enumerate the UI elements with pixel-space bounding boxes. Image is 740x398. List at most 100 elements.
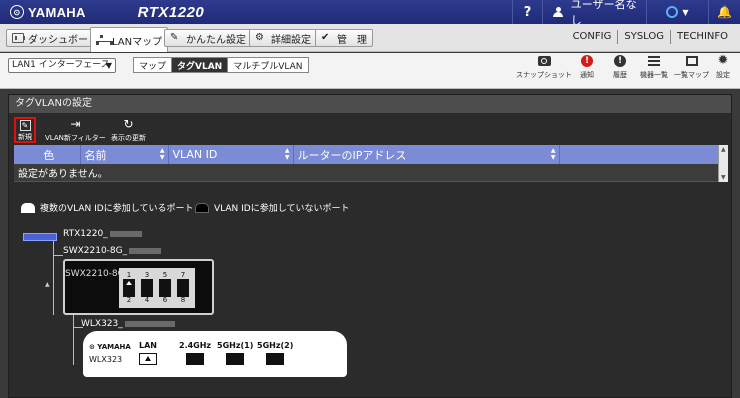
status-ring-icon	[666, 6, 679, 18]
switch-port-5[interactable]	[159, 279, 171, 288]
new-icon: ✎	[19, 120, 31, 131]
column-vlan-id[interactable]: VLAN ID ▲ ▼	[168, 145, 294, 164]
access-point-device[interactable]: ⊙ YAMAHA WLX323 LAN 2.4GHz 5GHz(1) 5GHz(…	[83, 331, 347, 377]
collapse-triangle-icon[interactable]: ▲	[45, 281, 50, 288]
filter-icon: ⇥	[70, 117, 81, 131]
tab-label: 管 理	[337, 34, 367, 46]
list-map-button[interactable]: 一覧マップ	[674, 55, 709, 80]
link-line	[53, 255, 54, 315]
radio-port-icon	[186, 353, 205, 365]
new-vlan-button[interactable]: ✎ 新規	[14, 117, 36, 143]
yamaha-logo: ⊙ YAMAHA	[10, 5, 86, 20]
view-switcher: マップ タグVLAN マルチプルVLAN	[133, 57, 309, 73]
table-scrollbar[interactable]: ▲ ▼	[718, 145, 728, 182]
yamaha-emblem-icon: ⊙	[10, 5, 24, 19]
settings-button[interactable]: ✹ 設定	[716, 53, 730, 80]
tab-easy-setup[interactable]: ✎ かんたん設定	[164, 29, 252, 47]
legend-no-vlan: VLAN IDに参加していないポート	[195, 201, 349, 214]
panel-title: タグVLANの設定	[9, 95, 731, 113]
config-link[interactable]: CONFIG	[567, 30, 618, 44]
column-router-ip[interactable]: ルーターのIPアドレス ▲ ▼	[293, 145, 560, 164]
column-name[interactable]: 名前 ▲ ▼	[80, 145, 169, 164]
column-color[interactable]: 色	[14, 145, 81, 164]
multi-vlan-port-swatch	[21, 202, 35, 213]
empty-message: 設定がありません。	[14, 164, 728, 182]
switch-port-7[interactable]	[177, 279, 189, 288]
notification-button[interactable]: ! 通知	[580, 55, 594, 80]
masked-text	[129, 247, 162, 254]
tab-label: かんたん設定	[186, 34, 246, 46]
no-vlan-port-swatch	[195, 202, 209, 213]
device-list-button[interactable]: 機器一覧	[640, 55, 668, 80]
wrench-icon: ✔	[321, 32, 330, 43]
settings-icon: ⚙	[255, 32, 264, 43]
wand-icon: ✎	[170, 32, 179, 43]
ap-port-lan[interactable]: LAN	[139, 341, 157, 365]
gear-icon: ✹	[717, 53, 729, 68]
view-multiple-vlan-button[interactable]: マルチプルVLAN	[227, 58, 308, 72]
brand-name: YAMAHA	[28, 4, 86, 20]
vlan-filter-button[interactable]: ⇥ VLAN新フィルター	[45, 117, 106, 143]
user-menu[interactable]: ユーザー名なし	[542, 0, 646, 27]
switch-model-label: SWX2210-8G	[65, 269, 125, 279]
tab-advanced-settings[interactable]: ⚙ 詳細設定	[249, 29, 317, 47]
switch-port-6[interactable]	[159, 288, 171, 297]
ap-model: WLX323	[89, 355, 123, 364]
lan-port-icon	[139, 353, 157, 365]
help-button[interactable]: ?	[512, 0, 542, 24]
link-line	[53, 241, 54, 255]
tag-vlan-panel: タグVLANの設定 ✎ 新規 ⇥ VLAN新フィルター ↻ 表示の更新 色 名前…	[8, 94, 732, 398]
masked-text	[109, 230, 142, 237]
history-button[interactable]: ! 履歴	[613, 55, 627, 80]
bell-icon[interactable]: 🔔	[708, 0, 740, 24]
network-icon	[96, 35, 113, 45]
scroll-down-icon[interactable]: ▼	[721, 174, 726, 181]
history-icon: !	[614, 55, 626, 67]
top-header: ⊙ YAMAHA RTX1220 ? ユーザー名なし ▼ 🔔	[0, 0, 740, 27]
techinfo-link[interactable]: TECHINFO	[670, 30, 734, 44]
chevron-down-icon: ▼	[682, 7, 689, 17]
tab-management[interactable]: ✔ 管 理	[315, 29, 373, 47]
ap-name[interactable]: WLX323_	[81, 319, 175, 329]
tab-lan-map[interactable]: LANマップ	[90, 27, 169, 52]
status-dropdown[interactable]: ▼	[646, 0, 708, 24]
switch-port-3[interactable]	[141, 279, 153, 288]
switch-port-1[interactable]	[123, 279, 135, 288]
syslog-link[interactable]: SYSLOG	[617, 30, 670, 44]
router-name[interactable]: RTX1220_	[63, 229, 142, 239]
chevron-down-icon: ▼	[105, 61, 112, 70]
lan-map-toolbar: LAN1 インターフェース ▼ マップ タグVLAN マルチプルVLAN スナッ…	[0, 53, 740, 89]
radio-port-icon	[266, 353, 285, 365]
refresh-button[interactable]: ↻ 表示の更新	[111, 117, 146, 143]
sort-icon: ▲ ▼	[550, 147, 556, 161]
switch-port-8[interactable]	[177, 288, 189, 297]
ap-brand: ⊙ YAMAHA	[89, 343, 131, 351]
refresh-icon: ↻	[123, 117, 134, 131]
ap-port-2-4ghz[interactable]: 2.4GHz	[179, 341, 211, 365]
router-model: RTX1220	[137, 3, 205, 21]
interface-select[interactable]: LAN1 インターフェース ▼	[8, 58, 116, 73]
link-line	[53, 255, 63, 256]
map-icon	[685, 56, 698, 66]
switch-name[interactable]: SWX2210-8G_	[63, 246, 162, 256]
interface-select-value: LAN1 インターフェース	[12, 60, 110, 70]
alert-icon: !	[581, 55, 593, 67]
scroll-up-icon[interactable]: ▲	[721, 146, 726, 153]
switch-device[interactable]: SWX2210-8G 12 34 56 78	[63, 259, 214, 315]
camera-icon	[537, 56, 551, 66]
ap-port-5ghz-2[interactable]: 5GHz(2)	[257, 341, 293, 365]
switch-port-4[interactable]	[141, 288, 153, 297]
header-links: CONFIG SYSLOG TECHINFO	[567, 30, 734, 44]
table-row: 設定がありません。	[14, 164, 728, 182]
ap-port-5ghz-1[interactable]: 5GHz(1)	[217, 341, 253, 365]
vlan-table: 色 名前 ▲ ▼ VLAN ID ▲ ▼ ルーターのIPアドレス ▲ ▼ 設定がありません。	[14, 145, 728, 182]
view-map-button[interactable]: マップ	[134, 58, 172, 72]
list-icon	[648, 56, 660, 66]
user-icon	[553, 7, 563, 17]
radio-port-icon	[226, 353, 245, 365]
switch-port-2[interactable]	[123, 288, 135, 297]
snapshot-button[interactable]: スナップショット	[516, 55, 572, 80]
masked-text	[124, 320, 175, 327]
view-tag-vlan-button[interactable]: タグVLAN	[171, 58, 228, 72]
router-device-icon[interactable]	[23, 233, 57, 241]
